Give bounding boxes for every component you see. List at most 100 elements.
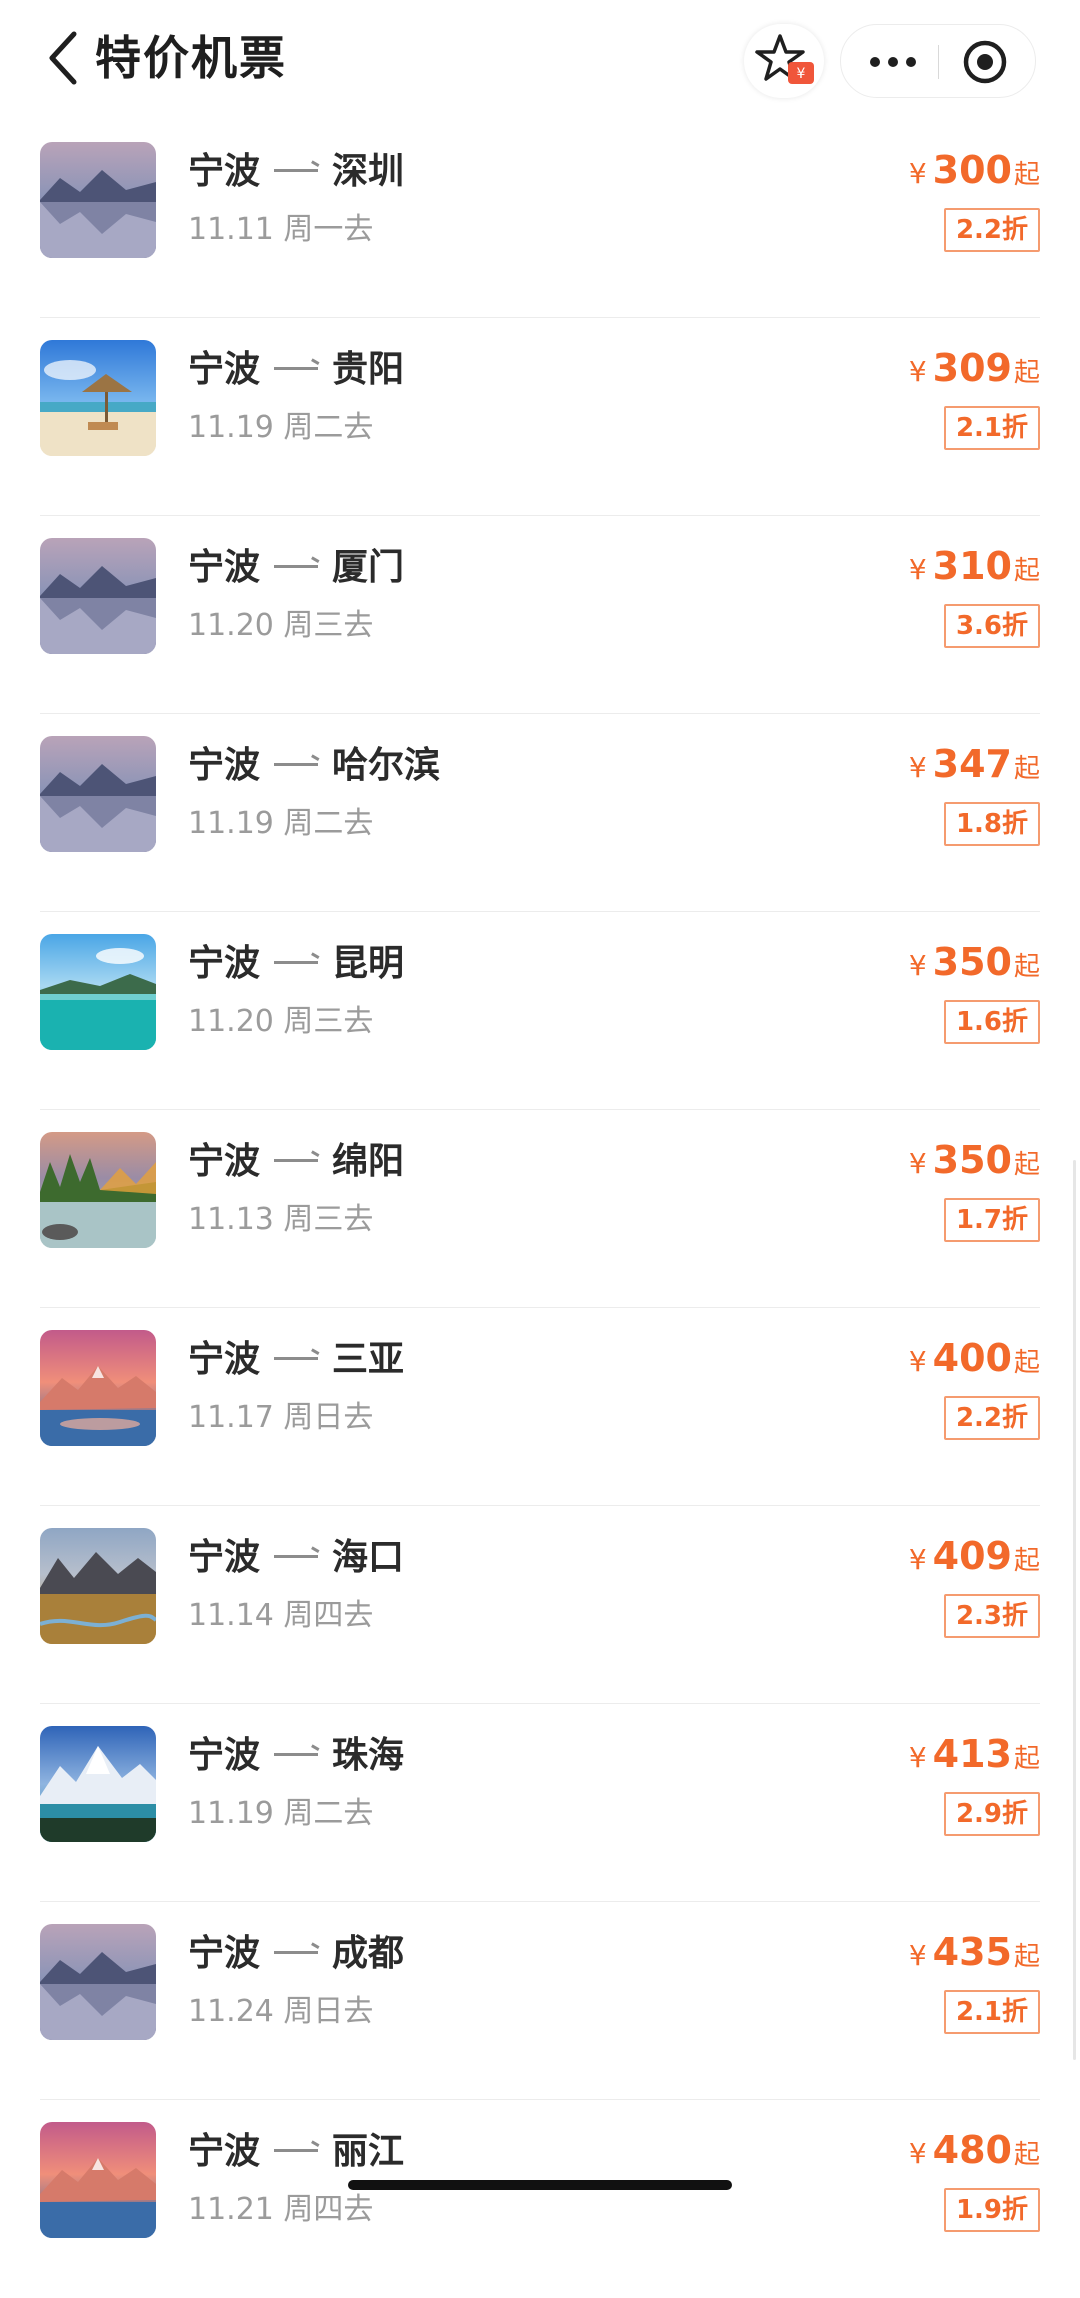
- destination-thumbnail: [40, 1132, 156, 1248]
- price-amount: 435: [932, 1930, 1012, 1974]
- departure-date: 11.14 周四去: [188, 1598, 374, 1633]
- origin-city: 宁波: [188, 151, 261, 192]
- currency-symbol: ¥: [908, 1147, 927, 1180]
- route-arrow-icon: [274, 762, 319, 766]
- close-program-button[interactable]: [961, 38, 1009, 86]
- flight-row[interactable]: 宁波 哈尔滨 11.19 周二去 ¥347起 1.8折: [0, 714, 1080, 912]
- price-amount: 310: [932, 544, 1012, 588]
- route-arrow-icon: [274, 2148, 319, 2152]
- departure-date: 11.19 周二去: [188, 1796, 374, 1831]
- flight-row[interactable]: 宁波 深圳 11.11 周一去 ¥300起 2.2折: [0, 120, 1080, 318]
- page-title: 特价机票: [95, 31, 287, 85]
- price-suffix: 起: [1013, 1942, 1040, 1972]
- route: 宁波 贵阳: [188, 346, 404, 394]
- destination-thumbnail: [40, 2122, 156, 2238]
- route-arrow-icon: [274, 1554, 319, 1558]
- currency-symbol: ¥: [908, 553, 927, 586]
- flight-row[interactable]: 宁波 绵阳 11.13 周三去 ¥350起 1.7折: [0, 1110, 1080, 1308]
- flight-row[interactable]: 宁波 昆明 11.20 周三去 ¥350起 1.6折: [0, 912, 1080, 1110]
- destination-thumbnail: [40, 1924, 156, 2040]
- flight-row[interactable]: 宁波 珠海 11.19 周二去 ¥413起 2.9折: [0, 1704, 1080, 1902]
- price-suffix: 起: [1013, 1744, 1040, 1774]
- price-suffix: 起: [1013, 1546, 1040, 1576]
- route: 宁波 哈尔滨: [188, 742, 440, 790]
- price: ¥435起: [909, 1926, 1040, 1986]
- price-amount: 309: [932, 346, 1012, 390]
- price: ¥480起: [909, 2124, 1040, 2184]
- back-button[interactable]: [44, 28, 84, 88]
- departure-date: 11.20 周三去: [188, 1004, 374, 1039]
- departure-date: 11.19 周二去: [188, 410, 374, 445]
- destination-city: 绵阳: [332, 1141, 405, 1182]
- destination-thumbnail: [40, 1726, 156, 1842]
- flight-row[interactable]: 宁波 海口 11.14 周四去 ¥409起 2.3折: [0, 1506, 1080, 1704]
- price-amount: 350: [932, 940, 1012, 984]
- price-suffix: 起: [1013, 1150, 1040, 1180]
- discount-badge: 1.8折: [943, 802, 1040, 846]
- price-amount: 480: [932, 2128, 1012, 2172]
- route-arrow-icon: [274, 1752, 319, 1756]
- currency-symbol: ¥: [908, 949, 927, 982]
- route: 宁波 昆明: [188, 940, 404, 988]
- route-arrow-icon: [274, 1950, 319, 1954]
- price-amount: 400: [932, 1336, 1012, 1380]
- currency-symbol: ¥: [908, 1939, 927, 1972]
- price-suffix: 起: [1013, 952, 1040, 982]
- price: ¥310起: [909, 540, 1040, 600]
- price-suffix: 起: [1013, 358, 1040, 388]
- origin-city: 宁波: [188, 1735, 261, 1776]
- destination-thumbnail: [40, 142, 156, 258]
- origin-city: 宁波: [188, 547, 261, 588]
- departure-date: 11.17 周日去: [188, 1400, 374, 1435]
- origin-city: 宁波: [188, 1933, 261, 1974]
- flight-row[interactable]: 宁波 丽江 11.21 周四去 ¥480起 1.9折: [0, 2100, 1080, 2298]
- destination-thumbnail: [40, 340, 156, 456]
- flight-row[interactable]: 宁波 三亚 11.17 周日去 ¥400起 2.2折: [0, 1308, 1080, 1506]
- route: 宁波 海口: [188, 1534, 404, 1582]
- destination-city: 贵阳: [332, 349, 405, 390]
- destination-city: 哈尔滨: [332, 745, 441, 786]
- price-amount: 347: [932, 742, 1012, 786]
- price-suffix: 起: [1013, 754, 1040, 784]
- route: 宁波 厦门: [188, 544, 404, 592]
- destination-city: 成都: [332, 1933, 405, 1974]
- discount-badge: 2.2折: [943, 208, 1040, 252]
- currency-symbol: ¥: [908, 355, 927, 388]
- favorite-button[interactable]: ¥: [744, 24, 824, 98]
- departure-date: 11.20 周三去: [188, 608, 374, 643]
- destination-city: 厦门: [332, 547, 405, 588]
- origin-city: 宁波: [188, 745, 261, 786]
- price: ¥309起: [909, 342, 1040, 402]
- route-arrow-icon: [274, 1158, 319, 1162]
- price: ¥350起: [909, 1134, 1040, 1194]
- route: 宁波 绵阳: [188, 1138, 404, 1186]
- currency-symbol: ¥: [908, 1543, 927, 1576]
- flight-row[interactable]: 宁波 厦门 11.20 周三去 ¥310起 3.6折: [0, 516, 1080, 714]
- more-button[interactable]: [865, 45, 921, 79]
- origin-city: 宁波: [188, 1537, 261, 1578]
- route: 宁波 丽江: [188, 2128, 404, 2176]
- currency-symbol: ¥: [908, 751, 927, 784]
- price-suffix: 起: [1013, 556, 1040, 586]
- destination-city: 昆明: [332, 943, 405, 984]
- home-indicator[interactable]: [348, 2180, 732, 2190]
- svg-text:¥: ¥: [797, 66, 806, 82]
- origin-city: 宁波: [188, 2131, 261, 2172]
- origin-city: 宁波: [188, 943, 261, 984]
- discount-badge: 3.6折: [943, 604, 1040, 648]
- flight-row[interactable]: 宁波 贵阳 11.19 周二去 ¥309起 2.1折: [0, 318, 1080, 516]
- price: ¥350起: [909, 936, 1040, 996]
- destination-city: 三亚: [332, 1339, 405, 1380]
- destination-city: 海口: [332, 1537, 405, 1578]
- flight-list: 宁波 深圳 11.11 周一去 ¥300起 2.2折 宁波 贵阳 11.19 周二去…: [0, 120, 1080, 2298]
- discount-badge: 2.3折: [943, 1594, 1040, 1638]
- origin-city: 宁波: [188, 1141, 261, 1182]
- price-amount: 413: [932, 1732, 1012, 1776]
- flight-row[interactable]: 宁波 成都 11.24 周日去 ¥435起 2.1折: [0, 1902, 1080, 2100]
- departure-date: 11.24 周日去: [188, 1994, 374, 2029]
- price-amount: 300: [932, 148, 1012, 192]
- scrollbar[interactable]: [1073, 1160, 1076, 2060]
- destination-city: 深圳: [332, 151, 405, 192]
- discount-badge: 1.9折: [943, 2188, 1040, 2232]
- destination-city: 珠海: [332, 1735, 405, 1776]
